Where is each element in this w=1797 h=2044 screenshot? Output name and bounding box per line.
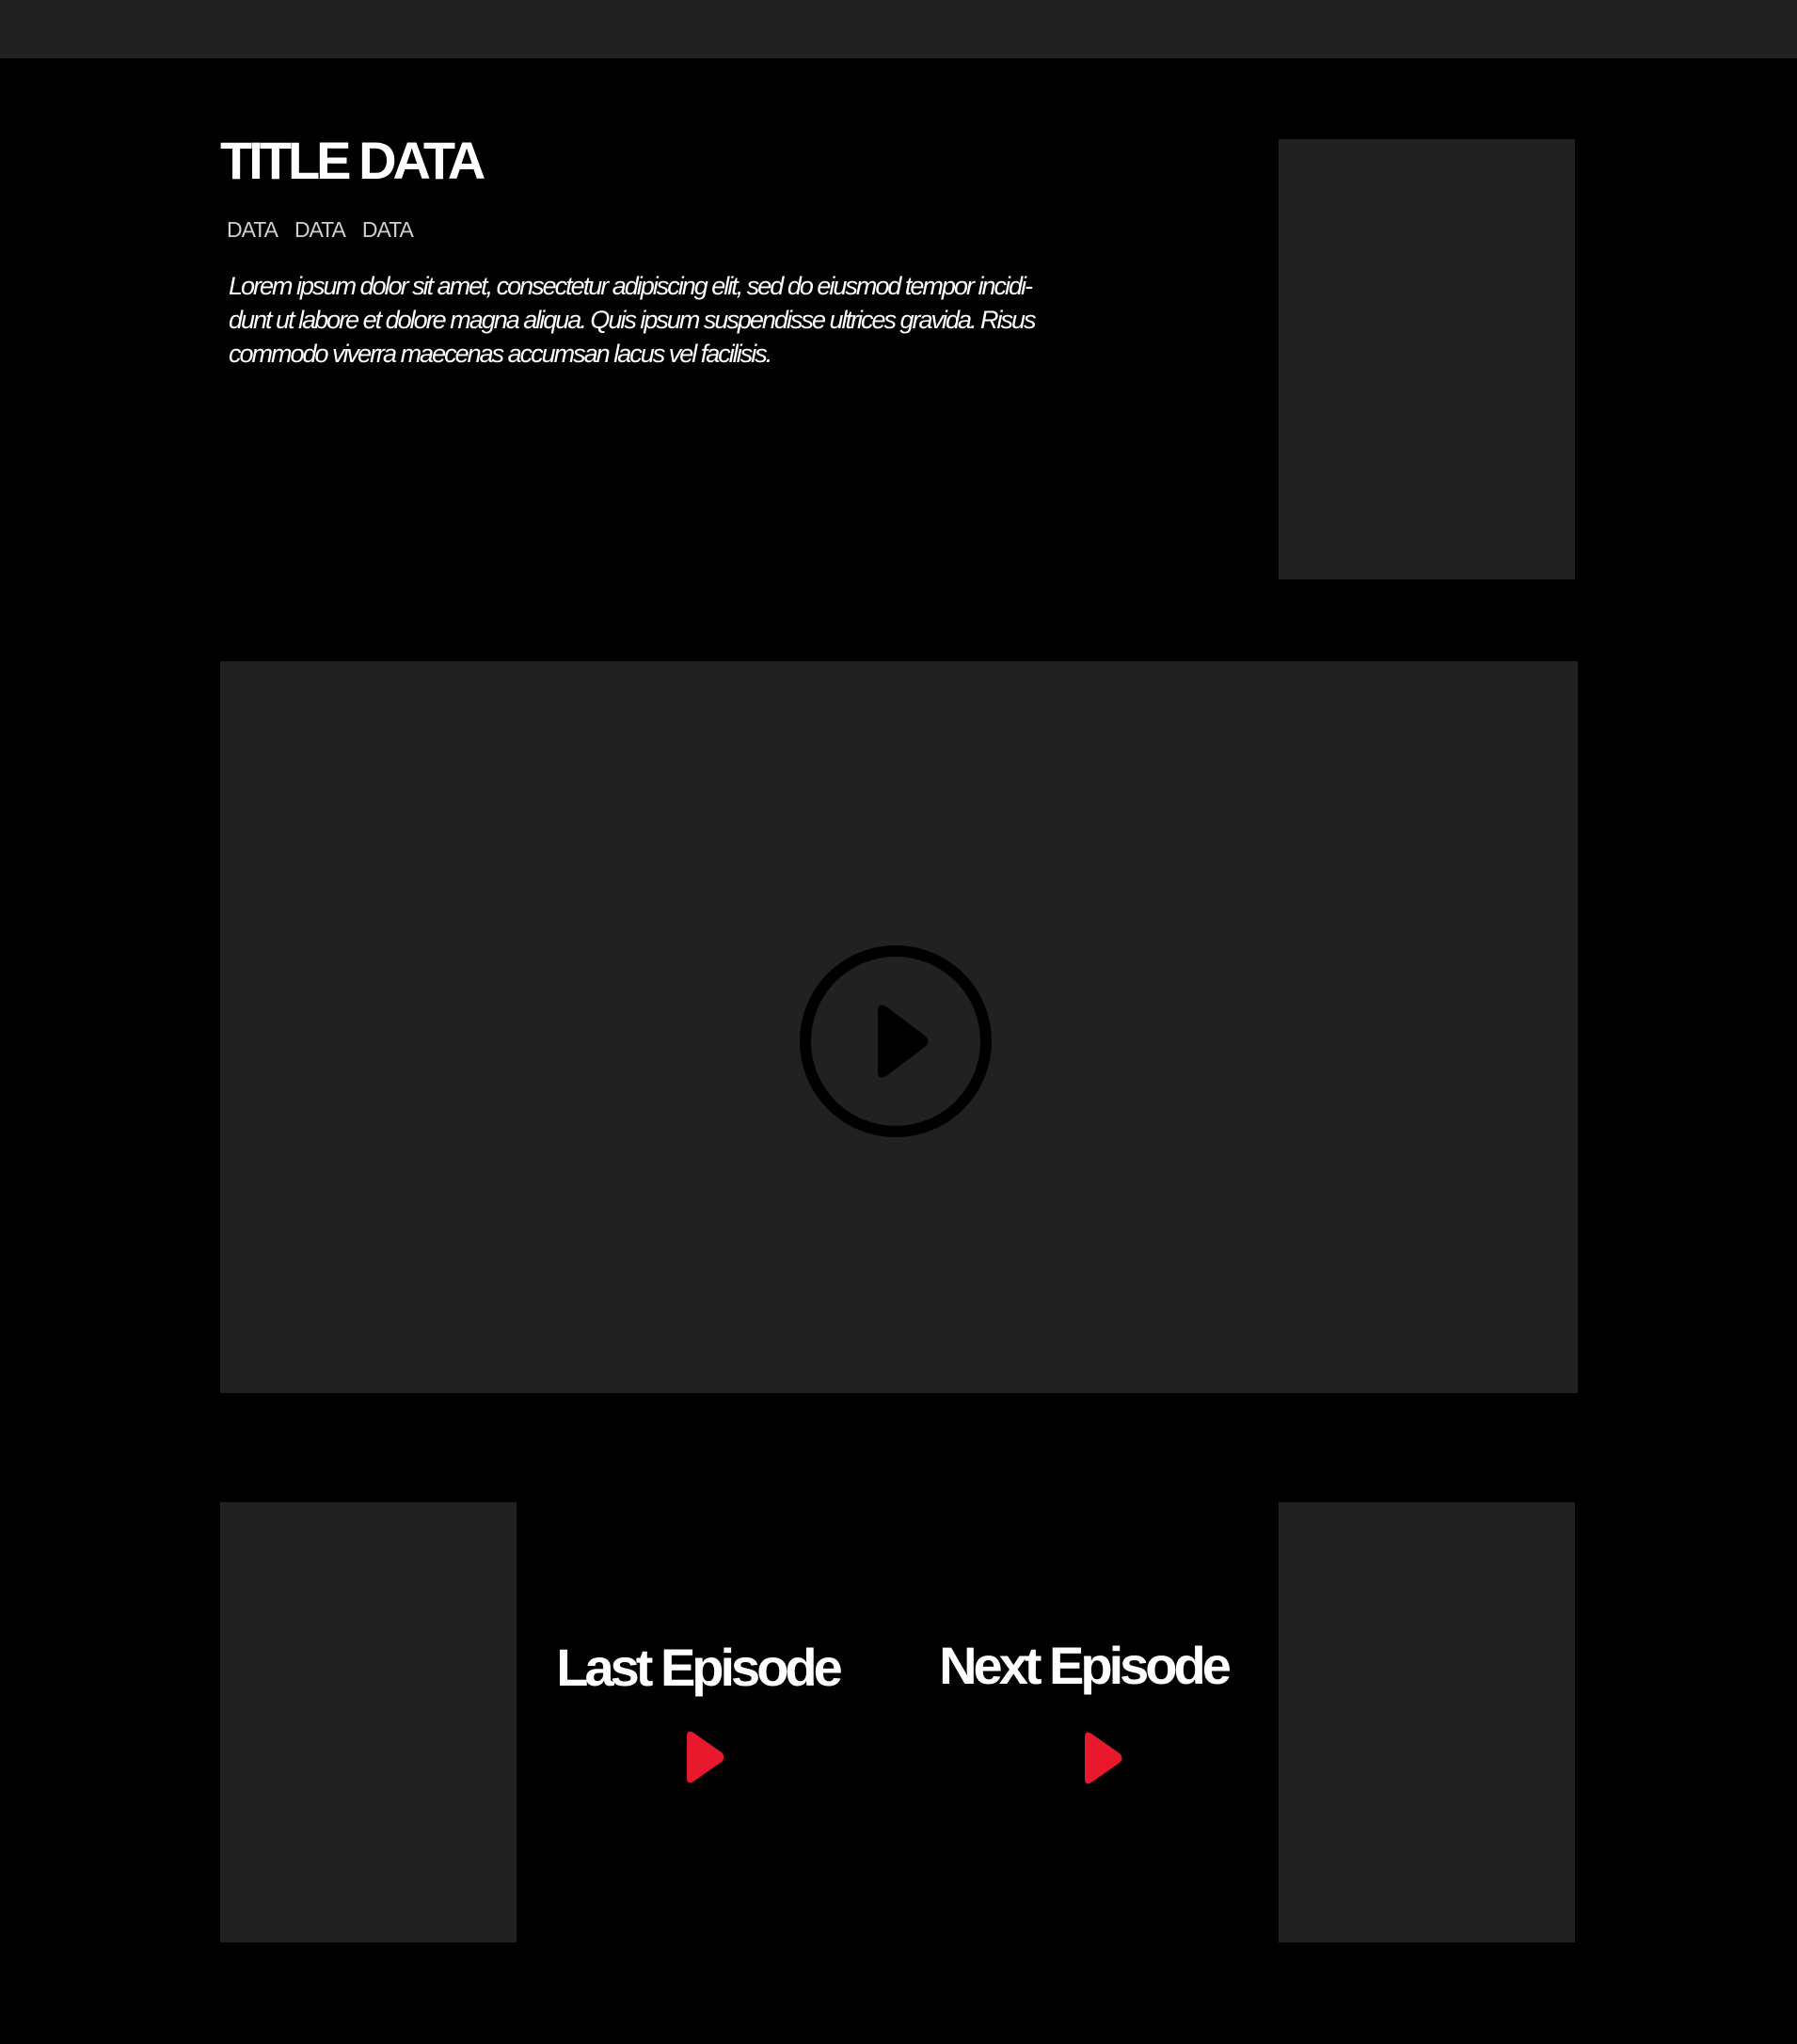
- last-episode-thumbnail[interactable]: [220, 1502, 517, 1942]
- meta-item: DATA: [227, 217, 278, 242]
- play-arrow-icon: [687, 1731, 724, 1783]
- top-bar: [0, 0, 1797, 58]
- description: Lorem ipsum dolor sit amet, consectetur …: [229, 272, 1037, 368]
- video-player[interactable]: [220, 661, 1578, 1393]
- play-circle-icon: [800, 945, 992, 1137]
- meta-item: DATA: [294, 217, 346, 242]
- next-episode-label: Next Episode: [939, 1636, 1232, 1695]
- page-title: TITLE DATA: [220, 131, 485, 190]
- meta-item: DATA: [361, 217, 414, 242]
- next-episode-thumbnail[interactable]: [1279, 1502, 1575, 1942]
- poster-image: [1279, 139, 1575, 579]
- play-button[interactable]: [797, 943, 994, 1140]
- last-episode-label: Last Episode: [556, 1638, 843, 1697]
- last-episode-button[interactable]: Last Episode: [540, 1637, 855, 1783]
- meta-row: DATA DATA DATA: [227, 216, 414, 243]
- next-episode-button[interactable]: Next Episode: [926, 1635, 1241, 1784]
- play-arrow-icon: [1085, 1732, 1122, 1784]
